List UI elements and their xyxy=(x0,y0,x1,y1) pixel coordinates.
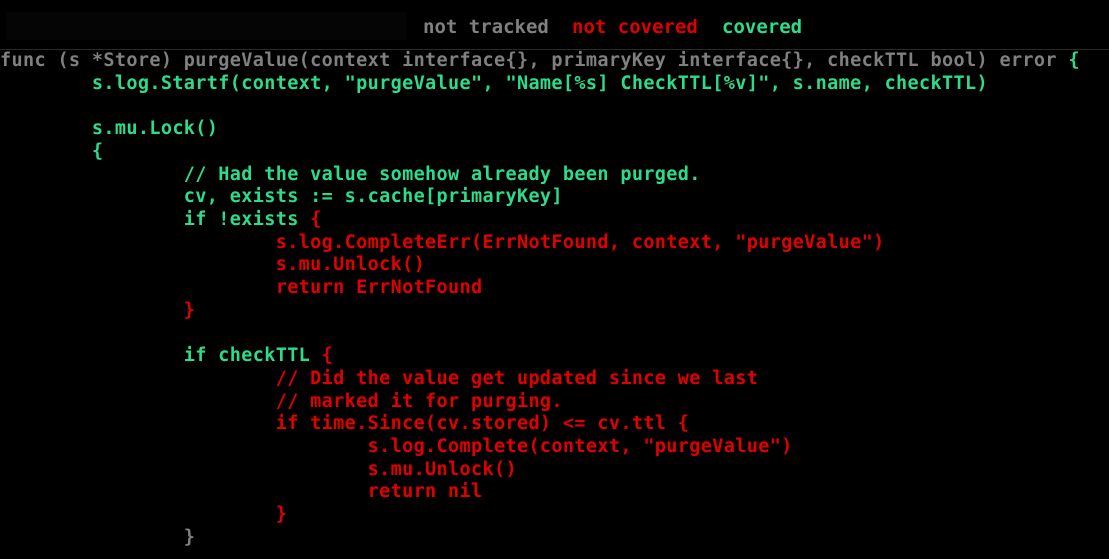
code-segment: func (s *Store) purgeValue(context inter… xyxy=(0,50,1069,71)
code-segment: } xyxy=(0,299,196,321)
code-line: s.mu.Unlock() xyxy=(0,459,517,482)
code-segment: // marked it for purging. xyxy=(0,390,563,412)
code-line: if checkTTL { xyxy=(0,345,333,368)
code-line: s.log.Complete(context, "purgeValue") xyxy=(0,436,793,459)
code-segment: { xyxy=(321,345,334,367)
code-segment: return nil xyxy=(0,481,483,503)
code-segment: return ErrNotFound xyxy=(0,277,483,298)
code-line: return nil xyxy=(0,481,483,504)
code-segment: if !exists xyxy=(0,208,311,230)
code-segment: { xyxy=(310,208,322,230)
code-line: } xyxy=(0,504,287,527)
code-line: } xyxy=(0,300,195,323)
code-line: // Had the value somehow already been pu… xyxy=(0,164,701,187)
code-line: s.log.CompleteErr(ErrNotFound, context, … xyxy=(0,232,885,255)
code-line: s.mu.Unlock() xyxy=(0,254,425,277)
code-line: { xyxy=(0,141,103,164)
code-line: s.log.Startf(context, "purgeValue", "Nam… xyxy=(0,73,988,96)
toolbar: not tracked not covered covered xyxy=(0,0,1109,46)
code-segment: s.mu.Unlock() xyxy=(0,254,426,276)
code-segment: s.log.CompleteErr(ErrNotFound, context, … xyxy=(0,231,885,253)
code-line: cv, exists := s.cache[primaryKey] xyxy=(0,186,563,209)
code-segment: } xyxy=(0,504,288,525)
code-segment: s.mu.Unlock() xyxy=(0,458,517,480)
code-line: return ErrNotFound xyxy=(0,277,483,300)
code-segment: // Had the value somehow already been pu… xyxy=(0,163,701,185)
code-line: } xyxy=(0,527,195,550)
code-segment: s.mu.Lock() xyxy=(0,118,219,140)
code-segment: } xyxy=(0,526,196,548)
code-segment: s.log.Startf(context, "purgeValue", "Nam… xyxy=(0,72,988,94)
file-select-dropdown[interactable] xyxy=(6,12,406,40)
code-line: // marked it for purging. xyxy=(0,391,563,414)
legend-not-tracked: not tracked xyxy=(423,16,549,38)
code-segment: { xyxy=(0,140,104,162)
code-segment: s.log.Complete(context, "purgeValue") xyxy=(0,435,793,457)
code-line: s.mu.Lock() xyxy=(0,118,218,141)
code-segment: cv, exists := s.cache[primaryKey] xyxy=(0,186,563,208)
code-line: // Did the value get updated since we la… xyxy=(0,368,758,391)
code-segment: { xyxy=(1068,50,1080,71)
code-segment: // Did the value get updated since we la… xyxy=(0,367,759,389)
code-line: if !exists { xyxy=(0,209,322,232)
legend-covered: covered xyxy=(722,16,803,38)
code-line: func (s *Store) purgeValue(context inter… xyxy=(0,50,1080,73)
legend-not-covered: not covered xyxy=(572,16,698,38)
code-line: if time.Since(cv.stored) <= cv.ttl { xyxy=(0,413,689,436)
code-segment: if time.Since(cv.stored) <= cv.ttl { xyxy=(0,413,690,435)
code-segment: if checkTTL xyxy=(0,345,322,367)
